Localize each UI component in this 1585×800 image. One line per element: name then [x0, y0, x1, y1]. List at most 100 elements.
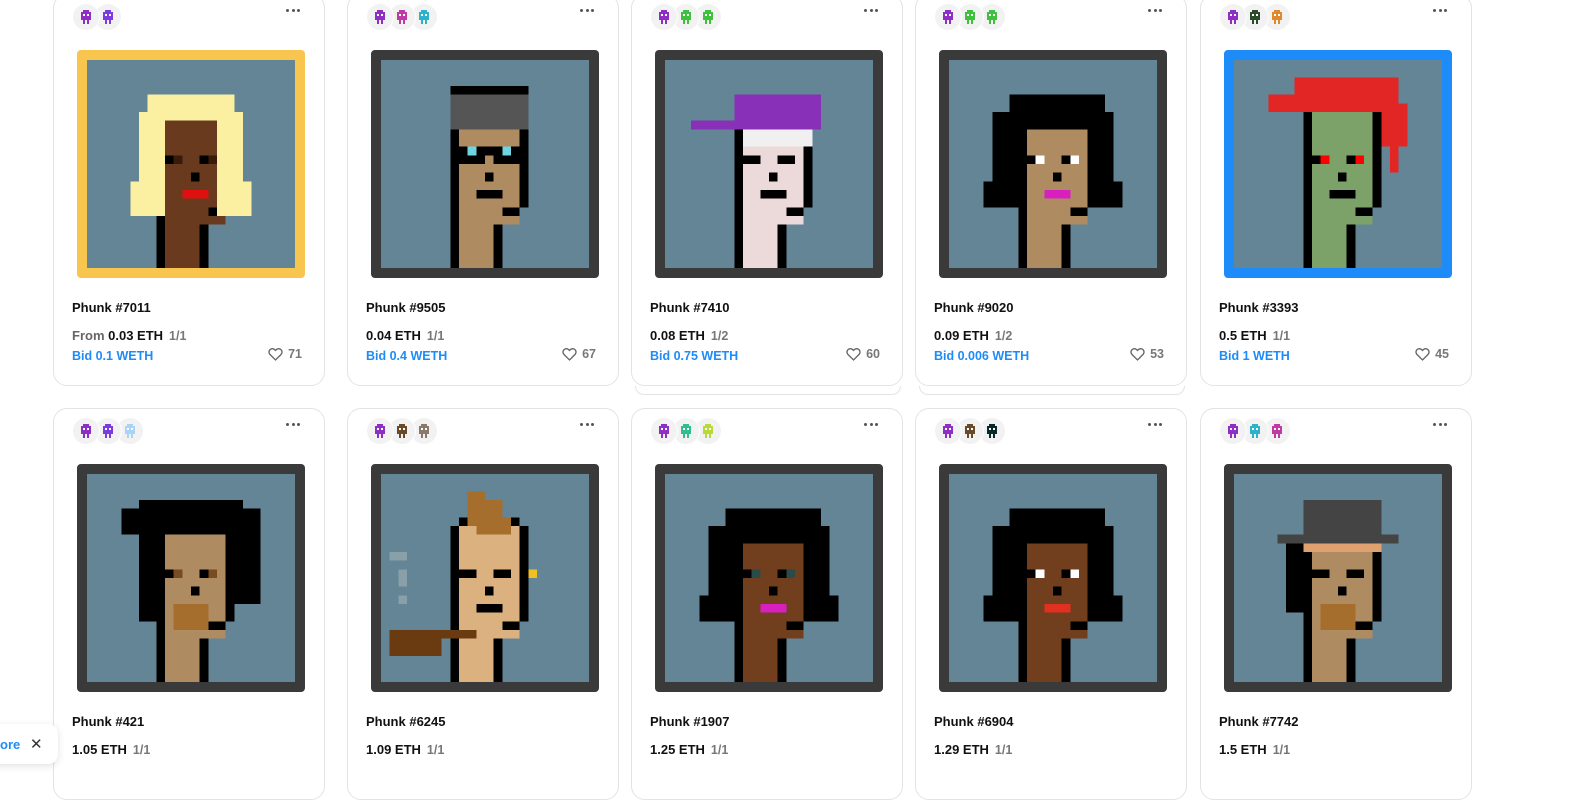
pipe	[441, 630, 477, 639]
more-options-icon[interactable]	[864, 9, 878, 13]
nft-card[interactable]: Phunk #3393 0.5 ETH 1/1 Bid 1 WETH 45	[1200, 0, 1472, 386]
price-row: 1.25 ETH 1/1	[650, 742, 728, 757]
owner-avatar-icon	[1272, 424, 1282, 438]
pixel-punk-art	[665, 474, 873, 682]
price-value: 1.5 ETH	[1219, 742, 1267, 757]
owner-avatar[interactable]	[1219, 417, 1247, 445]
nft-image[interactable]	[371, 464, 599, 692]
like-button[interactable]: 60	[846, 347, 880, 361]
like-button[interactable]: 71	[268, 347, 302, 361]
nft-card[interactable]: Phunk #421 1.05 ETH 1/1	[53, 408, 325, 800]
dot	[286, 423, 289, 426]
like-button[interactable]: 45	[1415, 347, 1449, 361]
edition-count: 1/1	[1272, 743, 1291, 757]
nft-image[interactable]	[1224, 50, 1452, 278]
outline	[208, 621, 226, 630]
owner-avatar[interactable]	[366, 3, 394, 31]
nft-card[interactable]: Phunk #7011 From 0.03 ETH 1/1 Bid 0.1 WETH 7…	[53, 0, 325, 386]
price-row: 1.09 ETH 1/1	[366, 742, 444, 757]
owner-avatars	[934, 417, 1006, 445]
nft-title[interactable]: Phunk #1907	[650, 714, 730, 729]
price-value: 0.03 ETH	[108, 328, 164, 343]
nft-card[interactable]: Phunk #6245 1.09 ETH 1/1	[347, 408, 619, 800]
eye-right	[786, 155, 795, 164]
eye-right	[1070, 569, 1079, 578]
hair	[1390, 146, 1399, 173]
outline	[1372, 112, 1382, 208]
nft-title[interactable]: Phunk #6904	[934, 714, 1014, 729]
owner-avatar-icon	[943, 10, 953, 24]
neck	[1312, 638, 1347, 682]
owner-avatar[interactable]	[1219, 3, 1247, 31]
owner-avatar[interactable]	[650, 3, 678, 31]
owner-avatars	[366, 417, 438, 445]
owner-avatar[interactable]	[366, 417, 394, 445]
bid-link[interactable]: Bid 0.006 WETH	[934, 349, 1029, 363]
more-options-icon[interactable]	[286, 423, 300, 427]
like-count: 53	[1150, 347, 1164, 361]
more-options-icon[interactable]	[580, 423, 594, 427]
nft-image[interactable]	[655, 50, 883, 278]
nft-image[interactable]	[371, 50, 599, 278]
nft-card[interactable]: Phunk #6904 1.29 ETH 1/1	[915, 408, 1187, 800]
hair	[1286, 543, 1304, 613]
pixel-punk-art	[1234, 60, 1442, 268]
owner-avatar[interactable]	[72, 3, 100, 31]
bid-link[interactable]: Bid 0.4 WETH	[366, 349, 447, 363]
hair	[139, 500, 243, 535]
more-options-icon[interactable]	[1148, 9, 1162, 13]
nft-card[interactable]: Phunk #9505 0.04 ETH 1/1 Bid 0.4 WETH 67	[347, 0, 619, 386]
nft-title[interactable]: Phunk #7742	[1219, 714, 1299, 729]
nft-title[interactable]: Phunk #421	[72, 714, 144, 729]
more-options-icon[interactable]	[1433, 9, 1447, 13]
hat	[450, 94, 529, 130]
owner-avatar-icon	[965, 10, 975, 24]
owner-avatar[interactable]	[72, 417, 100, 445]
more-options-icon[interactable]	[864, 423, 878, 427]
nft-card[interactable]: Phunk #7742 1.5 ETH 1/1	[1200, 408, 1472, 800]
pixel-punk-art	[665, 60, 873, 268]
like-button[interactable]: 67	[562, 347, 596, 361]
nft-image[interactable]	[939, 50, 1167, 278]
owner-avatars	[72, 417, 144, 445]
nft-card[interactable]: Phunk #1907 1.25 ETH 1/1	[631, 408, 903, 800]
eye-right	[1355, 155, 1364, 164]
neck	[1312, 224, 1347, 268]
more-options-icon[interactable]	[286, 9, 300, 13]
see-more-link[interactable]: ore	[0, 737, 20, 752]
bid-link[interactable]: Bid 0.1 WETH	[72, 349, 153, 363]
nft-title[interactable]: Phunk #6245	[366, 714, 446, 729]
hair	[1381, 103, 1408, 147]
more-options-icon[interactable]	[580, 9, 594, 13]
nft-image[interactable]	[77, 50, 305, 278]
nft-title[interactable]: Phunk #7410	[650, 300, 730, 315]
owner-avatar-icon	[103, 424, 113, 438]
more-options-icon[interactable]	[1433, 423, 1447, 427]
nft-image[interactable]	[1224, 464, 1452, 692]
nft-image[interactable]	[655, 464, 883, 692]
like-button[interactable]: 53	[1130, 347, 1164, 361]
nft-image[interactable]	[77, 464, 305, 692]
pixel-punk-art	[87, 474, 295, 682]
bid-link[interactable]: Bid 0.75 WETH	[650, 349, 738, 363]
close-icon[interactable]: ✕	[30, 735, 43, 753]
nft-image[interactable]	[939, 464, 1167, 692]
owner-avatar[interactable]	[934, 3, 962, 31]
owner-avatar-icon	[703, 424, 713, 438]
nft-title[interactable]: Phunk #9505	[366, 300, 446, 315]
owner-avatar-icon	[659, 10, 669, 24]
more-options-icon[interactable]	[1148, 423, 1162, 427]
smoke	[389, 552, 407, 561]
owner-avatar[interactable]	[934, 417, 962, 445]
nft-card[interactable]: Phunk #7410 0.08 ETH 1/2 Bid 0.75 WETH 60	[631, 0, 903, 386]
eye-right	[1070, 155, 1079, 164]
nft-title[interactable]: Phunk #7011	[72, 300, 151, 315]
nft-title[interactable]: Phunk #3393	[1219, 300, 1299, 315]
owner-avatar[interactable]	[650, 417, 678, 445]
neck	[459, 638, 494, 682]
bid-link[interactable]: Bid 1 WETH	[1219, 349, 1290, 363]
nft-title[interactable]: Phunk #9020	[934, 300, 1014, 315]
owner-avatar-icon	[419, 424, 429, 438]
nft-card[interactable]: Phunk #9020 0.09 ETH 1/2 Bid 0.006 WETH 53	[915, 0, 1187, 386]
dot	[291, 423, 295, 426]
